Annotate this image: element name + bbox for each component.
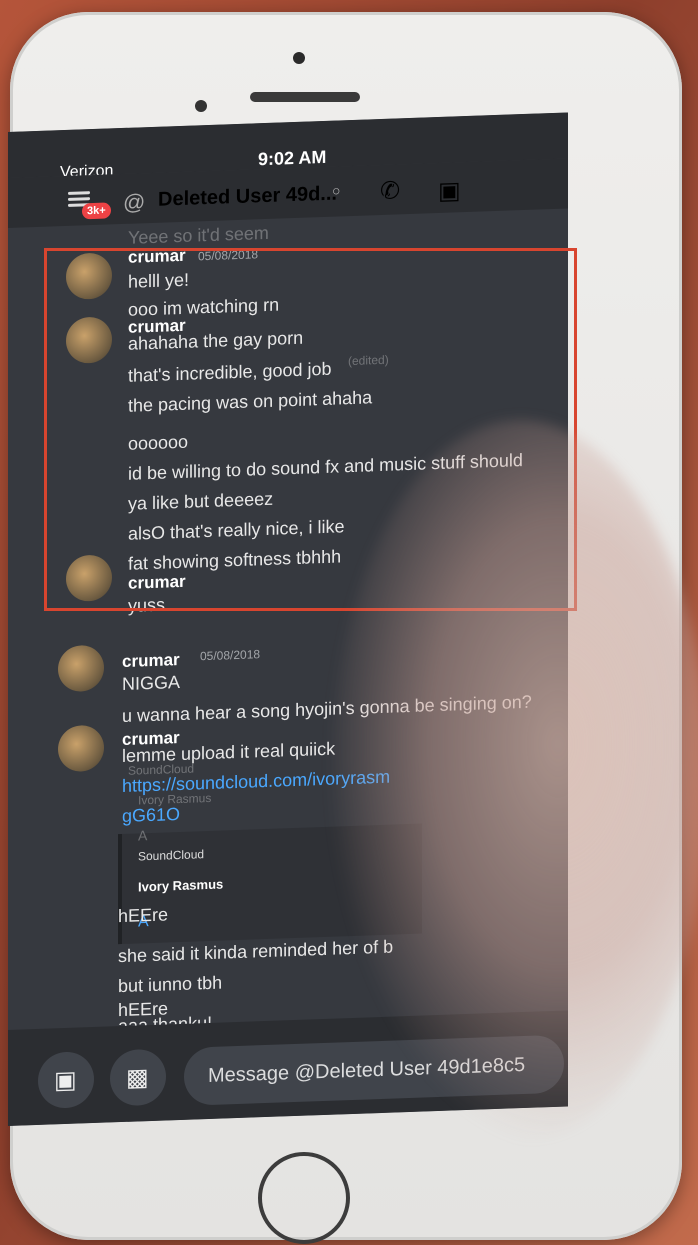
message-line: but iunno tbh [118,972,223,997]
avatar[interactable] [58,644,104,693]
gift-icon: ▩ [126,1064,149,1092]
message-line: NIGGA [122,671,181,695]
username[interactable]: crumar [122,650,180,672]
at-icon: @ [123,189,146,215]
front-camera [293,52,305,64]
embed-author[interactable]: Ivory Rasmus [138,876,223,894]
embed-provider: SoundCloud [138,847,205,864]
timestamp: 05/08/2018 [200,647,261,664]
ghost-text: SoundCloud [128,761,195,778]
avatar[interactable] [58,724,104,773]
home-button[interactable] [258,1152,350,1244]
ghost-text: Yeee so it'd seem [128,222,269,248]
proximity-sensor [195,100,207,112]
voice-call-icon[interactable]: ✆ [380,176,400,206]
status-dot-icon: ○ [332,182,341,199]
message-line: hEEre [118,904,169,927]
gift-button[interactable]: ▩ [110,1048,166,1107]
video-call-icon[interactable]: ▣ [438,176,461,206]
soundcloud-link-tail[interactable]: gG61O [122,804,180,827]
blurred-finger [330,420,698,1140]
ghost-text: Ivory Rasmus [138,790,212,808]
image-icon: ▣ [54,1066,77,1095]
earpiece-speaker [250,92,360,102]
image-upload-button[interactable]: ▣ [38,1050,94,1109]
ghost-text: A [138,827,148,844]
notification-badge: 3k+ [82,202,111,220]
